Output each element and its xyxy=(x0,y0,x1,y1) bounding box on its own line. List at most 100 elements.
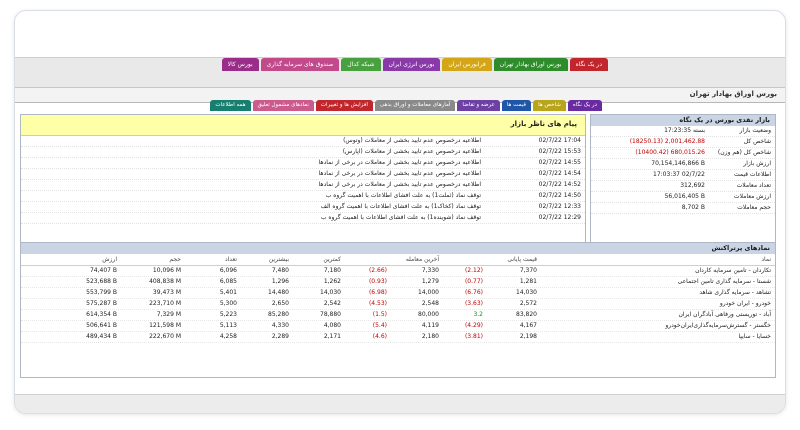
col-last[interactable]: آخرین معامله xyxy=(393,254,439,265)
low-price: 1,262 xyxy=(323,278,341,285)
sub-tab[interactable]: آمارهای معاملات و اوراق بدهی xyxy=(374,100,456,111)
news-item[interactable]: 02/7/22 17:04 اطلاعیه درخصوص عدم تایید بخ… xyxy=(21,136,585,147)
news-item[interactable]: 02/7/22 12:29 توقف نماد (شوینده1) به علت … xyxy=(21,213,585,224)
news-item[interactable]: 02/7/22 15:53 اطلاعیه درخصوص عدم تایید بخ… xyxy=(21,147,585,158)
top-tab[interactable]: بورس انرژی ایران xyxy=(382,58,441,71)
close-price: 2,572 xyxy=(519,300,537,307)
trade-volume: 7,329 M xyxy=(156,311,181,318)
news-text[interactable]: اطلاعیه درخصوص عدم تایید بخشی از معاملات… xyxy=(319,169,481,179)
symbol-name[interactable]: خگستر - گسترش‌سرمایه‌گذاری‌ایران‌خودرو xyxy=(665,321,771,331)
close-change: (6.76) xyxy=(464,289,483,296)
trade-count: 5,113 xyxy=(219,322,237,329)
top-tab[interactable]: فرابورس ایران xyxy=(442,58,492,71)
glance-row: تعداد معاملات 312,692 xyxy=(591,181,775,192)
news-panel-title: پیام های ناظر بازار xyxy=(510,120,577,128)
glance-row: شاخص کل (18250.13) 2,001,462.88 xyxy=(591,137,775,148)
sub-tab[interactable]: افزایش ها و تغییرات xyxy=(315,100,373,111)
high-price: 7,480 xyxy=(271,267,289,274)
symbol-name[interactable]: تکاردان - تامین سرمایه کاردان xyxy=(695,266,771,276)
news-time: 02/7/22 17:04 xyxy=(538,137,581,144)
news-item[interactable]: 02/7/22 14:52 اطلاعیه درخصوص عدم تایید بخ… xyxy=(21,180,585,191)
trade-volume: 222,670 M xyxy=(149,333,181,340)
glance-value: 8,702 B xyxy=(681,204,705,211)
high-price: 2,289 xyxy=(271,333,289,340)
glance-value: 17:03:37 02/7/22 xyxy=(653,171,705,178)
table-row[interactable]: تکاردان - تامین سرمایه کاردان 7,370 (2.12)… xyxy=(21,266,775,277)
symbol-name[interactable]: شستا - سرمایه گذاری تامین اجتماعی xyxy=(678,277,771,287)
close-price: 14,030 xyxy=(516,289,537,296)
last-change: (6.98) xyxy=(368,289,387,296)
col-high[interactable]: بیشترین xyxy=(241,254,289,265)
news-text[interactable]: اطلاعیه درخصوص عدم تایید بخشی از معاملات… xyxy=(343,136,481,146)
close-change: (0.77) xyxy=(464,278,483,285)
symbol-name[interactable]: خودرو - ایران خودرو xyxy=(720,299,771,309)
glance-row: وضعیت بازار بسته 17:23:35 xyxy=(591,126,775,137)
high-price: 4,330 xyxy=(271,322,289,329)
top-nav-tabs: در یک نگاه بورس اوراق بهادار تهران فرابورس… xyxy=(221,58,608,71)
news-text[interactable]: توقف نماد (شوینده1) به علت افشای اطلاعات… xyxy=(321,213,481,223)
news-time: 02/7/22 14:55 xyxy=(538,159,581,166)
col-count[interactable]: تعداد xyxy=(181,254,237,265)
low-price: 7,180 xyxy=(323,267,341,274)
most-active-symbols-panel: نمادهای پرتراکنش نماد قیمت پایانی آخرین … xyxy=(20,242,776,378)
news-item[interactable]: 02/7/22 14:54 اطلاعیه درخصوص عدم تایید بخ… xyxy=(21,169,585,180)
close-price: 7,370 xyxy=(519,267,537,274)
top-tab[interactable]: در یک نگاه xyxy=(569,58,608,71)
sub-tab[interactable]: قیمت ها xyxy=(501,100,532,111)
sub-tab[interactable]: عرضه و تقاضا xyxy=(457,100,500,111)
trade-count: 6,096 xyxy=(219,267,237,274)
page-title: بورس اوراق بهادار تهران xyxy=(689,90,777,98)
news-item[interactable]: 02/7/22 12:33 توقف نماد (کخاک1) به علت اف… xyxy=(21,202,585,213)
news-text[interactable]: اطلاعیه درخصوص عدم تایید بخشی از معاملات… xyxy=(319,158,481,168)
trade-volume: 223,710 M xyxy=(149,300,181,307)
glance-row: حجم معاملات 8,702 B xyxy=(591,203,775,214)
table-row[interactable]: خودرو - ایران خودرو 2,572 (3.63) 2,548 (4.53… xyxy=(21,299,775,310)
news-text[interactable]: اطلاعیه درخصوص عدم تایید بخشی از معاملات… xyxy=(319,180,481,190)
high-price: 2,650 xyxy=(271,300,289,307)
symbol-name[interactable]: تشاهد - سرمایه گذاری شاهد xyxy=(699,288,771,298)
news-text[interactable]: اطلاعیه درخصوص عدم تایید بخشی از معاملات… xyxy=(343,147,481,157)
news-item[interactable]: 02/7/22 14:50 توقف نماد (ثملت1) به علت اف… xyxy=(21,191,585,202)
col-value[interactable]: ارزش xyxy=(47,254,117,265)
last-change: (0.93) xyxy=(368,278,387,285)
sub-tab[interactable]: در یک نگاه xyxy=(567,100,602,111)
close-price: 4,167 xyxy=(519,322,537,329)
sub-nav-tabs: در یک نگاه شاخص ها قیمت ها عرضه و تقاضا آمار… xyxy=(210,100,602,111)
news-text[interactable]: توقف نماد (کخاک1) به علت افشای اطلاعات ب… xyxy=(321,202,481,212)
top-tab[interactable]: شبکه کدال xyxy=(341,58,381,71)
table-row[interactable]: آباد - توریستی ورفاهی آبادگران ایران 83,8… xyxy=(21,310,775,321)
last-change: (5.4) xyxy=(372,322,387,329)
sub-tab[interactable]: همه اطلاعات xyxy=(210,100,251,111)
close-price: 83,820 xyxy=(516,311,537,318)
trade-volume: 10,096 M xyxy=(152,267,181,274)
col-close[interactable]: قیمت پایانی xyxy=(487,254,537,265)
trade-value: 489,434 B xyxy=(86,333,117,340)
top-tab[interactable]: صندوق های سرمایه گذاری xyxy=(260,58,340,71)
sub-tab[interactable]: نمادهای مشمول تعلیق xyxy=(252,100,314,111)
trade-value: 74,407 B xyxy=(89,267,117,274)
last-price: 1,279 xyxy=(421,278,439,285)
sub-tab[interactable]: شاخص ها xyxy=(533,100,566,111)
glance-value: (18250.13) 2,001,462.88 xyxy=(629,138,705,145)
close-change: (3.81) xyxy=(464,333,483,340)
table-row[interactable]: خسایا - سایپا 2,198 (3.81) 2,180 (4.6) 2,171 2… xyxy=(21,332,775,343)
news-item[interactable]: 02/7/22 14:55 اطلاعیه درخصوص عدم تایید بخ… xyxy=(21,158,585,169)
symbol-name[interactable]: خسایا - سایپا xyxy=(738,332,771,342)
news-text[interactable]: توقف نماد (ثملت1) به علت افشای اطلاعات ب… xyxy=(326,191,481,201)
symbol-name[interactable]: آباد - توریستی ورفاهی آبادگران ایران xyxy=(679,310,772,320)
news-time: 02/7/22 12:29 xyxy=(538,214,581,221)
col-name[interactable]: نماد xyxy=(761,254,771,265)
last-change: (4.53) xyxy=(368,300,387,307)
col-volume[interactable]: حجم xyxy=(119,254,181,265)
table-row[interactable]: شستا - سرمایه گذاری تامین اجتماعی 1,281 (0… xyxy=(21,277,775,288)
glance-label: ارزش بازار xyxy=(743,160,771,167)
top-tab[interactable]: بورس اوراق بهادار تهران xyxy=(493,58,568,71)
glance-panel-title: بازار نقدی بورس در یک نگاه xyxy=(591,115,775,126)
col-low[interactable]: کمترین xyxy=(291,254,341,265)
glance-value: (10400.42) 680,015.26 xyxy=(635,149,705,156)
table-row[interactable]: تشاهد - سرمایه گذاری شاهد 14,030 (6.76) 14,… xyxy=(21,288,775,299)
glance-label: شاخص کل (هم وزن) xyxy=(717,149,771,156)
high-price: 1,296 xyxy=(271,278,289,285)
table-row[interactable]: خگستر - گسترش‌سرمایه‌گذاری‌ایران‌خودرو 4,… xyxy=(21,321,775,332)
top-tab[interactable]: بورس کالا xyxy=(221,58,259,71)
